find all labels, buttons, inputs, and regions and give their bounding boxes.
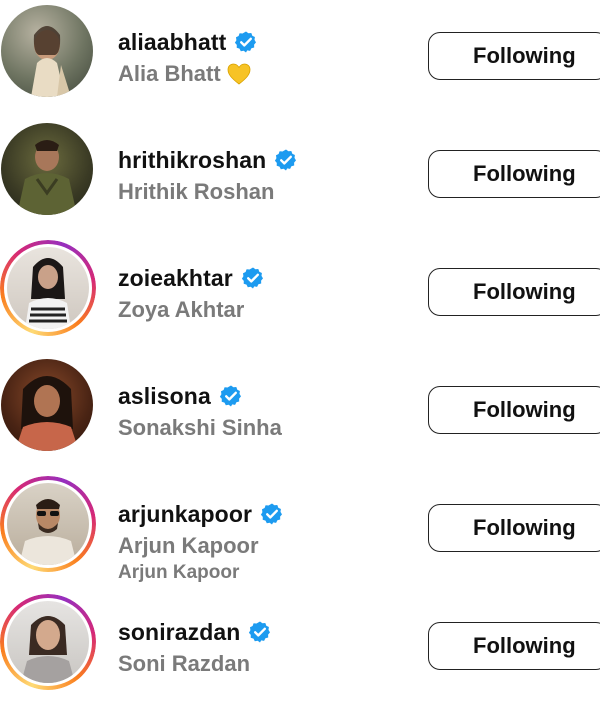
avatar[interactable]	[0, 476, 96, 572]
secondary-text: Arjun Kapoor	[118, 562, 240, 583]
following-button[interactable]: Following	[428, 504, 600, 552]
list-item[interactable]: aliaabhatt Alia Bhatt Following	[0, 0, 600, 118]
username[interactable]: sonirazdan	[118, 619, 240, 646]
list-item[interactable]: arjunkapoor Arjun Kapoor Arjun Kapoor Fo…	[0, 472, 600, 590]
verified-badge-icon	[241, 267, 263, 289]
full-name: Sonakshi Sinha	[118, 415, 282, 440]
avatar[interactable]	[0, 4, 96, 100]
following-button[interactable]: Following	[428, 622, 600, 670]
full-name: Soni Razdan	[118, 651, 251, 676]
avatar[interactable]	[0, 240, 96, 336]
avatar[interactable]	[0, 594, 96, 690]
verified-badge-icon	[219, 385, 241, 407]
list-item[interactable]: sonirazdan Soni Razdan Following	[0, 590, 600, 708]
username[interactable]: hrithikroshan	[118, 147, 266, 174]
avatar[interactable]	[0, 358, 96, 454]
full-name: Zoya Akhtar	[118, 297, 245, 322]
full-name: Arjun Kapoor	[118, 533, 259, 558]
list-item[interactable]: aslisona Sonakshi Sinha Following	[0, 354, 600, 472]
following-list: aliaabhatt Alia Bhatt Following hrithikr…	[0, 0, 600, 700]
verified-badge-icon	[275, 149, 297, 171]
yellow-heart-icon	[227, 63, 251, 85]
full-name: Alia Bhatt	[118, 61, 221, 86]
verified-badge-icon	[260, 503, 283, 525]
username[interactable]: arjunkapoor	[118, 501, 252, 528]
verified-badge-icon	[249, 621, 271, 643]
following-button[interactable]: Following	[428, 386, 600, 434]
following-button[interactable]: Following	[428, 32, 600, 80]
list-item[interactable]: zoieakhtar Zoya Akhtar Following	[0, 236, 600, 354]
avatar[interactable]	[0, 122, 96, 218]
username[interactable]: zoieakhtar	[118, 265, 233, 292]
username[interactable]: aslisona	[118, 383, 211, 410]
following-button[interactable]: Following	[428, 150, 600, 198]
verified-badge-icon	[235, 31, 257, 53]
following-button[interactable]: Following	[428, 268, 600, 316]
username[interactable]: aliaabhatt	[118, 29, 226, 56]
list-item[interactable]: hrithikroshan Hrithik Roshan Following	[0, 118, 600, 236]
full-name: Hrithik Roshan	[118, 179, 275, 204]
